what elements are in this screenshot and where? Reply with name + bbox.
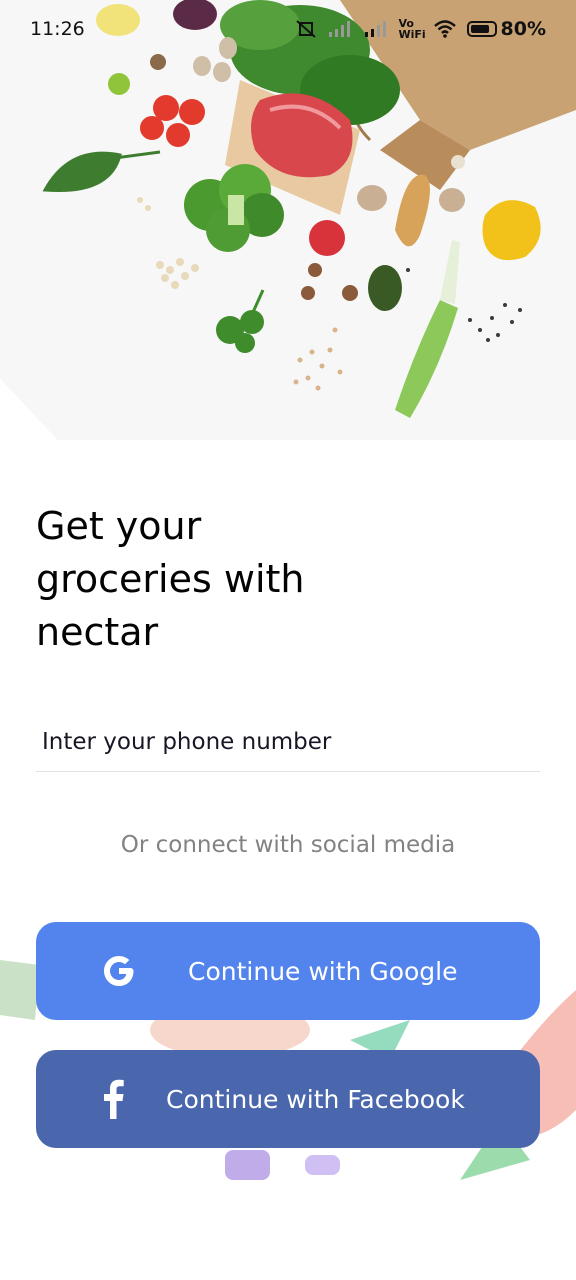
apple-icon <box>309 220 345 256</box>
signal-icon <box>328 21 350 37</box>
continue-with-google-button[interactable]: Continue with Google <box>36 922 540 1020</box>
avocado-icon <box>368 265 402 311</box>
lime-icon <box>108 73 130 95</box>
social-media-prompt: Or connect with social media <box>120 832 456 858</box>
network-label: Vo WiFi <box>398 17 426 41</box>
seeds-icon <box>406 268 522 342</box>
battery-indicator: 80% <box>466 18 546 40</box>
status-icons: Vo WiFi 80% <box>295 18 546 40</box>
wifi-icon <box>433 20 456 38</box>
battery-icon <box>466 21 497 37</box>
google-icon <box>94 946 144 996</box>
hero-groceries-image <box>0 0 576 440</box>
status-time: 11:26 <box>30 18 85 40</box>
nuts-icon <box>301 263 358 301</box>
page-title: Get your groceries with nectar <box>36 504 305 654</box>
facebook-button-label: Continue with Facebook <box>166 1084 465 1114</box>
spinach-icon <box>42 150 161 193</box>
groceries-illustration <box>42 0 576 418</box>
lentils-icon <box>293 327 343 391</box>
facebook-icon <box>88 1074 138 1124</box>
battery-percent: 80% <box>500 18 546 40</box>
leek-icon <box>395 240 460 418</box>
pepper-icon <box>482 200 541 261</box>
mute-vibrate-icon <box>295 20 316 38</box>
bread-icon <box>395 174 430 247</box>
parsley-icon <box>216 289 265 353</box>
status-bar: 11:26 Vo WiFi 80% <box>0 0 576 58</box>
phone-number-input[interactable] <box>36 712 540 772</box>
signal-icon <box>364 21 386 37</box>
continue-with-facebook-button[interactable]: Continue with Facebook <box>36 1050 540 1148</box>
google-button-label: Continue with Google <box>188 956 458 986</box>
tomatoes-icon <box>140 95 205 147</box>
